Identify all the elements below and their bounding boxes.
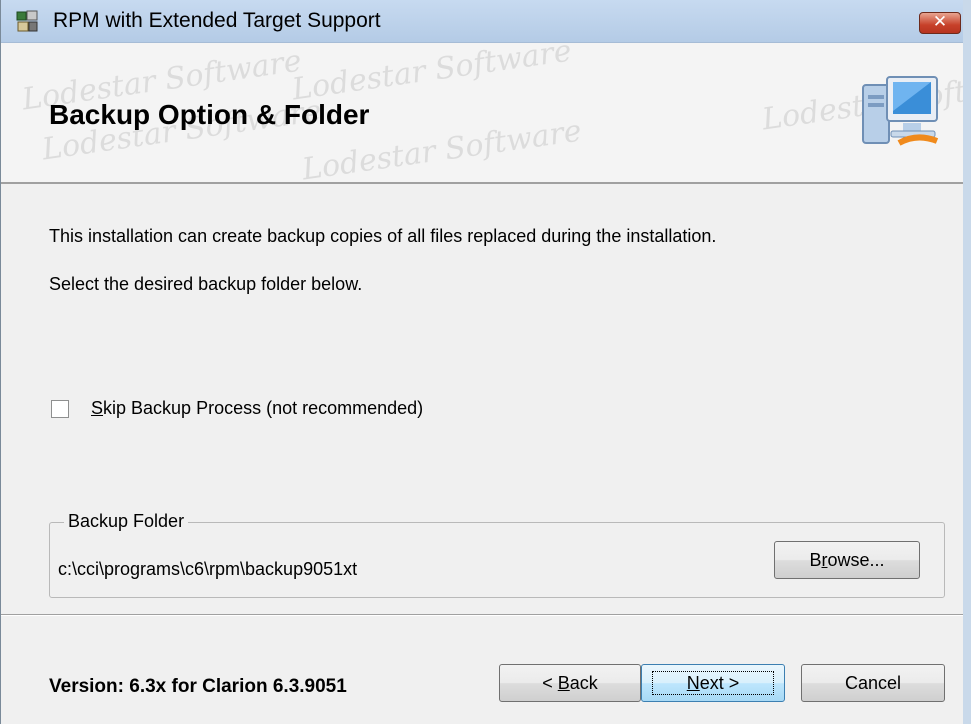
title-bar[interactable]: RPM with Extended Target Support ✕	[1, 0, 963, 43]
browse-label-pre: B	[809, 550, 822, 570]
back-label-pre: <	[542, 673, 558, 693]
next-mnemonic: N	[686, 673, 700, 693]
back-mnemonic: B	[557, 673, 570, 693]
next-label: Next >	[687, 673, 740, 693]
installer-window: RPM with Extended Target Support ✕ Lodes…	[0, 0, 971, 724]
skip-backup-label-text: kip Backup Process (not recommended)	[103, 398, 424, 418]
skip-backup-checkbox[interactable]	[51, 400, 69, 418]
back-label-post: ack	[569, 673, 598, 693]
watermark-text: Lodestar Software	[289, 43, 574, 108]
browse-label-post: owse...	[827, 550, 885, 570]
close-icon: ✕	[932, 12, 948, 32]
browse-button[interactable]: Browse...	[774, 541, 920, 579]
back-button[interactable]: < Back	[499, 664, 641, 702]
backup-folder-legend: Backup Folder	[64, 511, 189, 532]
intro-text-line2: Select the desired backup folder below.	[49, 274, 363, 294]
window-title: RPM with Extended Target Support	[53, 9, 381, 32]
next-label-post: ext >	[699, 673, 740, 693]
backup-folder-path: c:\cci\programs\c6\rpm\backup9051xt	[58, 559, 358, 579]
skip-backup-label[interactable]: Skip Backup Process (not recommended)	[91, 398, 423, 419]
page-title: Backup Option & Folder	[49, 99, 370, 130]
computer-icon	[862, 76, 939, 146]
installer-app-icon	[16, 10, 38, 32]
header-banner: Lodestar Software Lodestar Software Lode…	[1, 43, 963, 184]
intro-text-line1: This installation can create backup copi…	[49, 226, 717, 246]
version-label: Version: 6.3x for Clarion 6.3.9051	[49, 676, 347, 697]
next-button[interactable]: Next >	[641, 664, 785, 702]
skip-backup-mnemonic: S	[91, 398, 104, 418]
backup-folder-group: Backup Folder c:\cci\programs\c6\rpm\bac…	[49, 511, 945, 598]
close-button[interactable]: ✕	[919, 12, 961, 34]
cancel-button[interactable]: Cancel	[801, 664, 945, 702]
footer-separator	[1, 614, 963, 616]
